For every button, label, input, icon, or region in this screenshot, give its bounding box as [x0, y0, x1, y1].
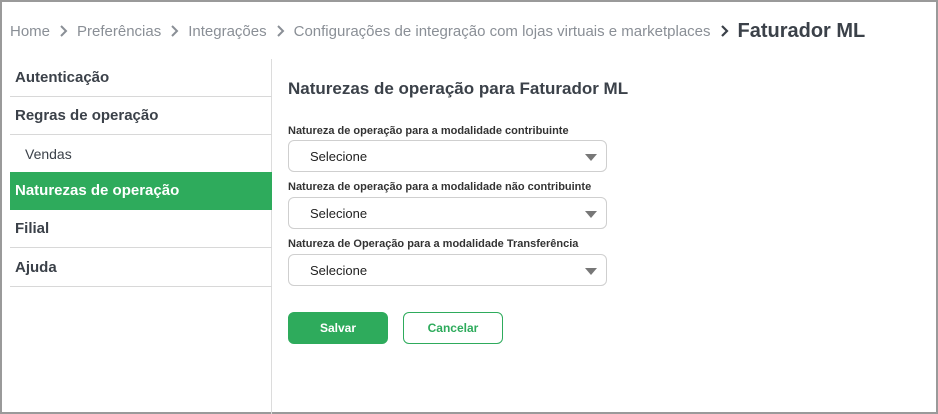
chevron-right-icon [59, 25, 68, 37]
sidebar: Autenticação Regras de operação Vendas N… [10, 59, 272, 414]
sidebar-item-label: Naturezas de operação [15, 182, 180, 199]
sidebar-item-label: Autenticação [15, 69, 110, 86]
sidebar-item-ajuda[interactable]: Ajuda [10, 249, 272, 287]
section-title: Naturezas de operação para Faturador ML [288, 79, 629, 98]
caret-down-icon [585, 154, 597, 161]
sidebar-item-label: Filial [15, 220, 50, 237]
breadcrumb-configuracoes[interactable]: Configurações de integração com lojas vi… [294, 23, 711, 40]
select-nao-contribuinte[interactable]: Selecione [288, 197, 607, 229]
sidebar-item-filial[interactable]: Filial [10, 210, 272, 248]
caret-down-icon [585, 211, 597, 218]
select-transferencia[interactable]: Selecione [288, 254, 607, 286]
sidebar-item-label: Regras de operação [15, 107, 159, 124]
save-button[interactable]: Salvar [288, 312, 388, 344]
field-label-transferencia: Natureza de Operação para a modalidade T… [288, 238, 579, 250]
sidebar-item-regras-de-operacao[interactable]: Regras de operação [10, 97, 272, 135]
caret-down-icon [585, 268, 597, 275]
select-value: Selecione [310, 148, 368, 164]
app-window: Home Preferências Integrações Configuraç… [0, 0, 938, 414]
field-label-nao-contribuinte: Natureza de operação para a modalidade n… [288, 181, 592, 193]
sidebar-item-vendas[interactable]: Vendas [10, 135, 272, 173]
select-contribuinte[interactable]: Selecione [288, 140, 607, 172]
select-value: Selecione [310, 262, 368, 278]
chevron-right-icon [170, 25, 179, 37]
sidebar-item-autenticacao[interactable]: Autenticação [10, 59, 272, 97]
page-title: Faturador ML [737, 19, 866, 42]
chevron-right-icon [720, 25, 729, 37]
breadcrumb-preferencias[interactable]: Preferências [77, 23, 161, 40]
field-label-contribuinte: Natureza de operação para a modalidade c… [288, 125, 569, 137]
sidebar-item-label: Ajuda [15, 259, 57, 276]
sidebar-item-label: Vendas [25, 145, 72, 162]
cancel-button[interactable]: Cancelar [403, 312, 503, 344]
breadcrumb-home[interactable]: Home [10, 23, 50, 40]
chevron-right-icon [276, 25, 285, 37]
breadcrumb-integracoes[interactable]: Integrações [188, 23, 266, 40]
breadcrumb: Home Preferências Integrações Configuraç… [10, 16, 865, 46]
sidebar-item-naturezas-de-operacao[interactable]: Naturezas de operação [10, 172, 272, 210]
select-value: Selecione [310, 205, 368, 221]
